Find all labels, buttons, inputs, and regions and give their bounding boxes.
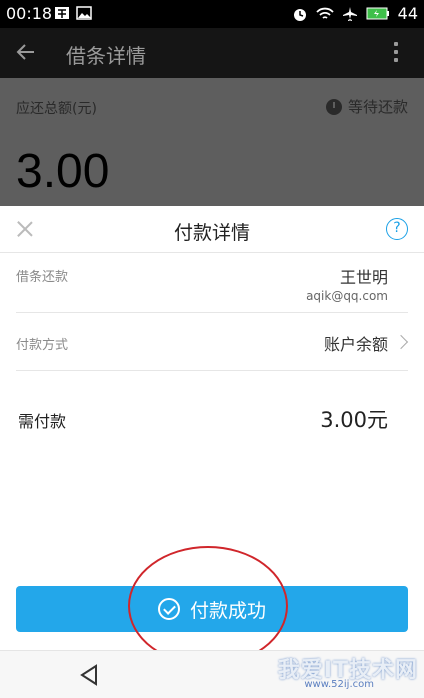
more-options-icon[interactable]: [394, 42, 398, 66]
check-circle-icon: [157, 598, 180, 620]
nav-back-icon[interactable]: [78, 663, 100, 687]
amount-due-label: 需付款: [18, 412, 67, 431]
airplane-icon: [342, 6, 357, 21]
divider: [16, 370, 408, 371]
back-arrow-icon[interactable]: [14, 40, 38, 64]
total-due-label: 应还总额(元): [16, 101, 97, 117]
total-due-amount: 3.00: [16, 145, 110, 198]
payment-detail-sheet: 付款详情 ? 借条还款 王世明 aqik@qq.com 付款方式 账户余额 需付…: [0, 206, 424, 650]
chevron-right-icon: [393, 334, 409, 350]
status-text: 等待还款: [347, 98, 408, 116]
status-right: 44: [292, 4, 418, 23]
status-time: 00:18: [6, 4, 53, 23]
button-label: 付款成功: [189, 599, 266, 622]
payee-name: 王世明: [339, 268, 388, 287]
payee-account: aqik@qq.com: [306, 289, 388, 303]
notification-app-icon: [55, 7, 69, 19]
help-icon[interactable]: ?: [386, 218, 408, 240]
battery-icon: [366, 7, 389, 20]
page-title: 借条详情: [66, 44, 146, 68]
payment-method-value: 账户余额: [323, 335, 388, 354]
status-bar: 00:18 44: [0, 0, 424, 28]
clock-icon: [325, 98, 342, 115]
image-icon: [76, 6, 92, 20]
loan-summary: 应还总额(元) 等待还款 3.00: [0, 78, 424, 206]
payment-method-label: 付款方式: [16, 338, 69, 353]
wifi-icon: [315, 7, 334, 19]
watermark-url: www.52ij.com: [304, 679, 374, 690]
divider: [0, 252, 424, 253]
battery-level: 44: [397, 4, 418, 23]
repayment-status: 等待还款: [325, 96, 408, 117]
amount-due-value: 3.00元: [320, 408, 388, 432]
sheet-title: 付款详情: [173, 222, 250, 244]
notification-icons: [54, 6, 92, 20]
app-header: 借条详情: [0, 28, 424, 78]
repay-label: 借条还款: [16, 270, 69, 285]
payment-success-button[interactable]: 付款成功: [16, 586, 408, 632]
divider: [16, 312, 408, 313]
alarm-icon: [293, 8, 306, 21]
